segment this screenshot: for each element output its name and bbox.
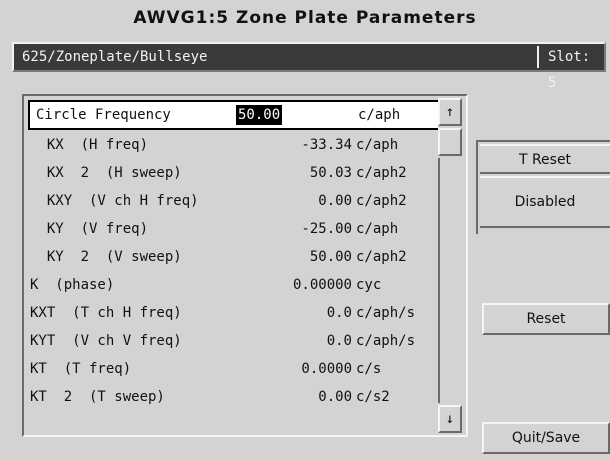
parameter-value: 0.0 [326,333,352,349]
scroll-thumb[interactable] [438,128,462,156]
parameter-name: KT 2 (T sweep) [30,389,165,405]
parameter-unit: c/aph2 [356,249,407,265]
parameter-name: KYT (V ch V freq) [30,333,182,349]
parameter-unit: c/aph/s [356,333,416,349]
parameter-name: KX (H freq) [30,137,149,153]
scroll-track[interactable] [438,158,462,403]
parameter-unit: c/s2 [356,389,390,405]
arrow-up-icon: ↑ [445,104,455,120]
t-reset-status[interactable]: Disabled [480,176,610,228]
parameter-value: 0.00 [318,193,352,209]
parameter-name: KXY (V ch H freq) [30,193,199,209]
parameter-row[interactable]: KT (T freq) 0.0000 c/s [30,356,436,382]
path-text: 625/Zoneplate/Bullseye [22,49,208,65]
parameter-row[interactable]: K (phase) 0.00000 cyc [30,272,436,298]
slot-label: Slot: 5 [548,49,591,91]
parameter-row[interactable]: KXY (V ch H freq) 0.00 c/aph2 [30,188,436,214]
parameter-row[interactable]: KT 2 (T sweep) 0.00 c/s2 [30,384,436,410]
parameter-name: KY 2 (V sweep) [30,249,182,265]
parameter-name: Circle Frequency [36,107,171,123]
parameter-value: 50.03 [309,165,352,181]
parameter-unit: c/aph2 [356,165,407,181]
parameter-list: Circle Frequency 50.00 c/aph KX (H freq) -3… [22,94,468,437]
parameter-unit: c/aph [356,137,399,153]
parameter-name: KX 2 (H sweep) [30,165,182,181]
t-reset-panel: T Reset Disabled [476,140,610,234]
parameter-row-selected[interactable]: Circle Frequency 50.00 c/aph [28,100,440,130]
parameter-unit: c/aph [356,221,399,237]
parameter-value: 0.00000 [292,277,352,293]
parameter-row[interactable]: KX (H freq) -33.34 c/aph [30,132,436,158]
parameter-name: K (phase) [30,277,115,293]
window-title: AWVG1:5 Zone Plate Parameters [133,8,477,28]
parameter-value: -33.34 [301,137,352,153]
scroll-up-button[interactable]: ↑ [438,98,462,126]
parameter-value-input[interactable]: 50.00 [236,105,283,125]
scroll-down-button[interactable]: ↓ [438,405,462,433]
parameter-unit: c/aph [358,107,401,123]
scrollbar[interactable]: ↑ ↓ [438,98,462,433]
quit-save-button[interactable]: Quit/Save [482,422,610,454]
parameter-unit: c/aph/s [356,305,416,321]
parameter-row[interactable]: KXT (T ch H freq) 0.0 c/aph/s [30,300,436,326]
arrow-down-icon: ↓ [445,411,455,427]
parameter-name: KT (T freq) [30,361,132,377]
parameter-unit: cyc [356,277,382,293]
parameter-value: -25.00 [301,221,352,237]
path-bar: 625/Zoneplate/Bullseye Slot: 5 [12,42,606,91]
parameter-unit: c/aph2 [356,193,407,209]
parameter-name: KY (V freq) [30,221,149,237]
parameter-row[interactable]: KY (V freq) -25.00 c/aph [30,216,436,242]
parameter-value: 50.00 [309,249,352,265]
slot-divider [537,46,539,68]
parameter-row[interactable]: KYT (V ch V freq) 0.0 c/aph/s [30,328,436,354]
parameter-value: 0.00 [318,389,352,405]
reset-button[interactable]: Reset [482,303,610,335]
parameter-row[interactable]: KX 2 (H sweep) 50.03 c/aph2 [30,160,436,186]
parameter-unit: c/s [356,361,382,377]
parameter-value: 0.0 [326,305,352,321]
parameter-value: 0.0000 [301,361,352,377]
t-reset-button[interactable]: T Reset [480,144,610,174]
parameter-name: KXT (T ch H freq) [30,305,182,321]
parameter-row[interactable]: KY 2 (V sweep) 50.00 c/aph2 [30,244,436,270]
